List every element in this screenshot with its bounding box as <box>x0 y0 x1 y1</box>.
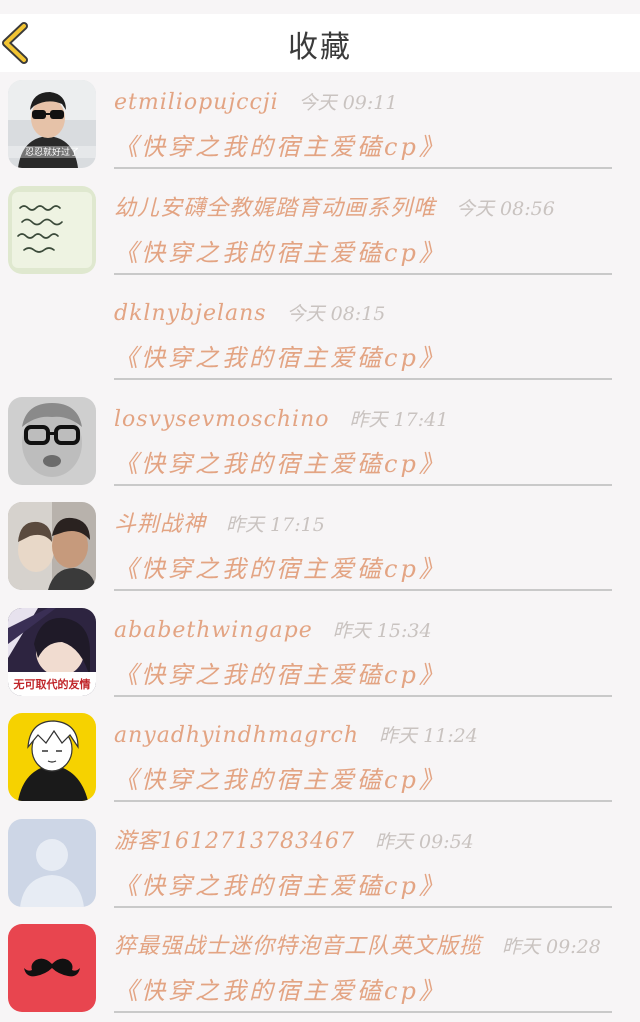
user-name[interactable]: 幼儿安礴全教娓踏育动画系列唯 <box>114 196 436 221</box>
svg-text:忍忍就好过了: 忍忍就好过了 <box>25 146 79 158</box>
divider <box>114 1011 612 1013</box>
book-title[interactable]: 《快穿之我的宿主爱磕cp》 <box>114 552 446 586</box>
user-placeholder-icon <box>8 818 96 907</box>
divider <box>114 589 612 591</box>
list-item[interactable]: 幼儿安礴全教娓踏育动画系列唯 今天 08:56 《快穿之我的宿主爱磕cp》 <box>0 178 640 284</box>
list-item[interactable]: 猝最强战士迷你特泡音工队英文版揽 昨天 09:28 《快穿之我的宿主爱磕cp》 <box>0 916 640 1022</box>
user-name[interactable]: anyadhyindhmagrch <box>114 723 359 748</box>
divider <box>114 378 612 380</box>
book-title[interactable]: 《快穿之我的宿主爱磕cp》 <box>114 869 446 903</box>
user-name[interactable]: etmiliopujccji <box>114 90 279 115</box>
list-item[interactable]: 斗荆战神 昨天 17:15 《快穿之我的宿主爱磕cp》 <box>0 494 640 600</box>
timestamp: 今天 09:11 <box>298 92 398 114</box>
divider <box>114 694 612 697</box>
list-item[interactable]: dklnybjelans 今天 08:15 《快穿之我的宿主爱磕cp》 <box>0 283 640 389</box>
user-name[interactable]: losvysevmoschino <box>114 407 330 432</box>
avatar[interactable] <box>8 185 96 274</box>
header-bar: 收藏 <box>0 14 640 72</box>
timestamp: 昨天 17:41 <box>349 408 449 431</box>
avatar[interactable] <box>8 818 96 907</box>
divider <box>114 905 612 908</box>
timestamp: 昨天 15:34 <box>332 619 432 642</box>
timestamp: 昨天 09:54 <box>374 830 474 853</box>
divider <box>114 800 612 802</box>
user-name[interactable]: 斗荆战神 <box>114 512 206 537</box>
list-item[interactable]: 忍忍就好过了 etmiliopujccji 今天 09:11 《快穿之我的宿主爱磕… <box>0 72 640 178</box>
avatar[interactable]: 无可取代的友情 <box>8 607 96 696</box>
user-name[interactable]: 猝最强战士迷你特泡音工队英文版揽 <box>114 934 482 959</box>
timestamp: 昨天 11:24 <box>379 725 478 747</box>
book-title[interactable]: 《快穿之我的宿主爱磕cp》 <box>114 341 446 375</box>
user-name[interactable]: dklnybjelans <box>114 301 267 326</box>
status-bar <box>0 0 640 14</box>
book-title[interactable]: 《快穿之我的宿主爱磕cp》 <box>114 130 446 164</box>
avatar[interactable] <box>8 713 96 801</box>
divider <box>114 272 612 275</box>
book-title[interactable]: 《快穿之我的宿主爱磕cp》 <box>114 236 446 270</box>
list-item[interactable]: 无可取代的友情 ababethwingape 昨天 15:34 《快穿之我的宿主爱… <box>0 600 640 706</box>
page-title: 收藏 <box>288 30 352 65</box>
avatar[interactable] <box>8 396 96 485</box>
book-title[interactable]: 《快穿之我的宿主爱磕cp》 <box>114 763 446 797</box>
book-title[interactable]: 《快穿之我的宿主爱磕cp》 <box>114 658 446 692</box>
list-item[interactable]: losvysevmoschino 昨天 17:41 《快穿之我的宿主爱磕cp》 <box>0 389 640 495</box>
list-item[interactable]: anyadhyindhmagrch 昨天 11:24 《快穿之我的宿主爱磕cp》 <box>0 705 640 811</box>
favorites-list: 忍忍就好过了 etmiliopujccji 今天 09:11 《快穿之我的宿主爱磕… <box>0 72 640 1022</box>
list-item[interactable]: 游客1612713783467 昨天 09:54 《快穿之我的宿主爱磕cp》 <box>0 811 640 917</box>
timestamp: 今天 08:56 <box>456 197 555 220</box>
timestamp: 昨天 17:15 <box>226 514 325 536</box>
book-title[interactable]: 《快穿之我的宿主爱磕cp》 <box>114 447 446 481</box>
divider <box>114 483 612 486</box>
user-name[interactable]: ababethwingape <box>114 618 313 643</box>
avatar[interactable] <box>8 924 96 1012</box>
avatar[interactable]: 忍忍就好过了 <box>8 80 96 168</box>
timestamp: 昨天 09:28 <box>502 936 601 958</box>
mustache-icon <box>8 924 96 1012</box>
divider <box>114 167 612 169</box>
svg-text:无可取代的友情: 无可取代的友情 <box>13 677 91 691</box>
user-name[interactable]: 游客1612713783467 <box>114 829 355 854</box>
timestamp: 今天 08:15 <box>286 303 386 325</box>
book-title[interactable]: 《快穿之我的宿主爱磕cp》 <box>114 974 446 1008</box>
avatar[interactable] <box>8 502 96 590</box>
